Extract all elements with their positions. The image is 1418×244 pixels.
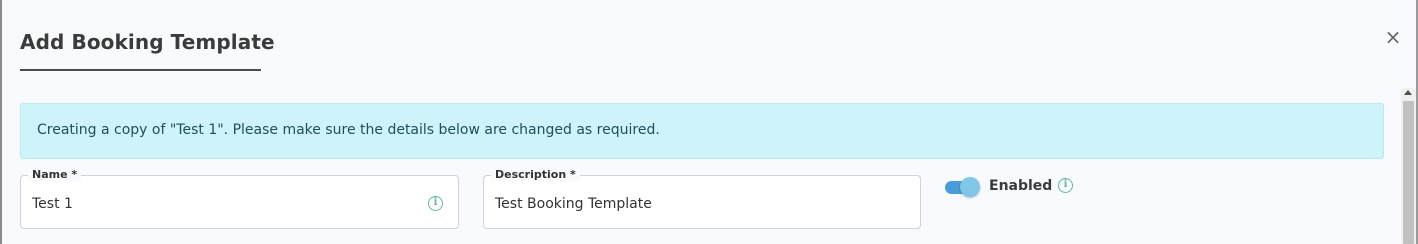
- name-field-label: Name *: [28, 168, 82, 181]
- info-icon[interactable]: i: [1058, 178, 1073, 193]
- description-field[interactable]: Description * Test Booking Template: [483, 168, 921, 229]
- toggle-knob: [960, 177, 980, 197]
- close-icon[interactable]: ×: [1384, 26, 1402, 48]
- window-left-edge: [0, 0, 2, 244]
- dialog-title: Add Booking Template: [20, 30, 275, 54]
- enabled-toggle[interactable]: [945, 177, 980, 197]
- title-underline: [20, 69, 261, 71]
- scroll-thumb[interactable]: [1403, 101, 1414, 244]
- info-banner-text: Creating a copy of "Test 1". Please make…: [37, 122, 660, 138]
- name-input[interactable]: Test 1: [32, 196, 73, 212]
- info-banner: Creating a copy of "Test 1". Please make…: [20, 103, 1384, 159]
- name-field[interactable]: Name * Test 1 i: [20, 168, 459, 229]
- vertical-scrollbar[interactable]: [1401, 88, 1416, 244]
- info-icon[interactable]: i: [428, 196, 443, 211]
- enabled-label: Enabled: [989, 178, 1053, 194]
- scroll-up-arrow-icon[interactable]: [1404, 90, 1412, 95]
- description-input[interactable]: Test Booking Template: [495, 196, 652, 212]
- description-field-label: Description *: [491, 168, 580, 181]
